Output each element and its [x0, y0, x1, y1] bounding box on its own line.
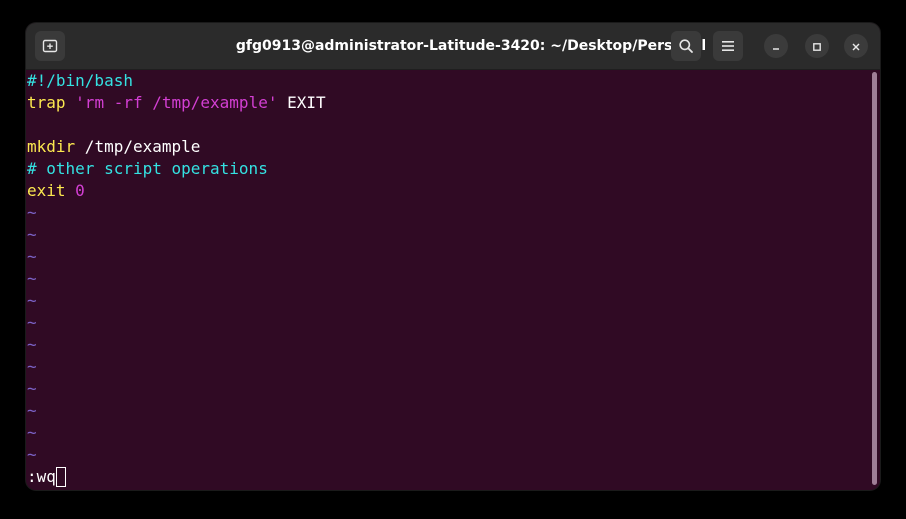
editor-line: trap 'rm -rf /tmp/example' EXIT: [26, 92, 880, 114]
search-button[interactable]: [671, 31, 701, 61]
empty-line-marker: ~: [27, 401, 37, 420]
close-icon: [851, 37, 861, 56]
text-cursor: [55, 466, 66, 487]
command-line[interactable]: :wq: [26, 466, 66, 488]
code-token-string: 'rm -rf /tmp/example': [75, 93, 278, 112]
new-tab-button[interactable]: [35, 31, 65, 61]
window-title: gfg0913@administrator-Latitude-3420: ~/D…: [235, 38, 707, 54]
new-tab-icon: [42, 38, 58, 54]
minimize-button[interactable]: [764, 34, 788, 58]
scrollbar[interactable]: [872, 72, 877, 485]
code-token-keyword: mkdir: [27, 137, 76, 156]
menu-button[interactable]: [713, 31, 743, 61]
command-text: :wq: [27, 467, 56, 486]
close-button[interactable]: [844, 34, 868, 58]
editor-line: mkdir /tmp/example: [26, 136, 880, 158]
terminal-content[interactable]: #!/bin/bash trap 'rm -rf /tmp/example' EX…: [26, 70, 880, 490]
code-token-plain: /tmp/example: [75, 137, 201, 156]
search-icon: [678, 38, 694, 54]
code-token-plain: EXIT: [277, 93, 326, 112]
empty-line-marker: ~: [27, 247, 37, 266]
code-token-number: 0: [75, 181, 85, 200]
editor-buffer[interactable]: #!/bin/bash trap 'rm -rf /tmp/example' EX…: [26, 70, 880, 466]
empty-line-marker: ~: [27, 335, 37, 354]
maximize-button[interactable]: [805, 34, 829, 58]
code-token-keyword: exit: [27, 181, 66, 200]
hamburger-menu-icon: [721, 40, 735, 52]
empty-line-marker: ~: [27, 313, 37, 332]
code-token-comment: #!/bin/bash: [27, 71, 133, 90]
editor-line: # other script operations: [26, 158, 880, 180]
empty-line-marker: ~: [27, 203, 37, 222]
titlebar: gfg0913@administrator-Latitude-3420: ~/D…: [26, 23, 880, 70]
editor-line: #!/bin/bash: [26, 70, 880, 92]
code-token-keyword: trap: [27, 93, 66, 112]
minimize-icon: [771, 37, 781, 56]
code-token-comment: # other script operations: [27, 159, 268, 178]
empty-line-marker: ~: [27, 269, 37, 288]
empty-line-marker: ~: [27, 445, 37, 464]
empty-line-marker: ~: [27, 357, 37, 376]
empty-line-marker: ~: [27, 423, 37, 442]
editor-line: exit 0: [26, 180, 880, 202]
empty-line-marker: ~: [27, 291, 37, 310]
empty-line-marker: ~: [27, 225, 37, 244]
maximize-icon: [812, 37, 822, 56]
terminal-window: gfg0913@administrator-Latitude-3420: ~/D…: [26, 23, 880, 490]
empty-line-marker: ~: [27, 379, 37, 398]
